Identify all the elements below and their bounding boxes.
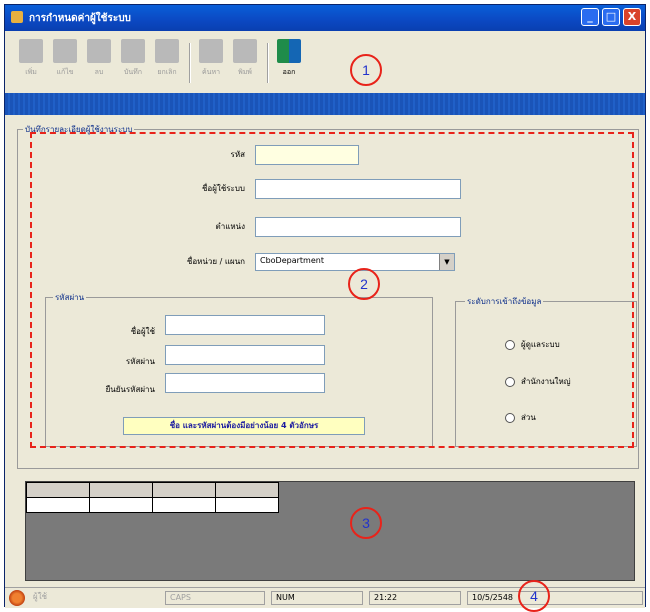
app-icon <box>11 11 23 23</box>
table-cell[interactable] <box>215 497 279 513</box>
status-date: 10/5/2548 <box>467 591 643 605</box>
exit-icon <box>277 39 301 63</box>
header-band <box>5 93 645 115</box>
callout-1: 1 <box>350 54 382 86</box>
callout-2: 2 <box>348 268 380 300</box>
edit-button[interactable]: แก้ไข <box>51 39 79 87</box>
close-button[interactable]: X <box>623 8 641 26</box>
form-area-highlight <box>30 132 634 448</box>
add-user-icon <box>19 39 43 63</box>
table-header-cell <box>89 482 153 498</box>
delete-button-label: ลบ <box>94 68 104 76</box>
callout-4: 4 <box>518 580 550 612</box>
delete-button[interactable]: ลบ <box>85 39 113 87</box>
table-header-row <box>26 482 279 498</box>
table-header-cell <box>152 482 216 498</box>
print-icon <box>233 39 257 63</box>
minimize-button[interactable]: _ <box>581 8 599 26</box>
print-button-label: พิมพ์ <box>238 68 252 76</box>
logo-icon <box>9 590 25 606</box>
search-button[interactable]: ค้นหา <box>197 39 225 87</box>
edit-icon <box>53 39 77 63</box>
cancel-button[interactable]: ยกเลิก <box>153 39 181 87</box>
edit-button-label: แก้ไข <box>56 68 74 76</box>
table-row[interactable] <box>26 497 279 513</box>
table-header-cell <box>215 482 279 498</box>
cancel-icon <box>155 39 179 63</box>
save-icon <box>121 39 145 63</box>
cancel-button-label: ยกเลิก <box>157 68 177 76</box>
exit-button-label: ออก <box>282 68 296 76</box>
table-cell[interactable] <box>26 497 90 513</box>
table-cell[interactable] <box>89 497 153 513</box>
search-button-label: ค้นหา <box>201 68 220 76</box>
maximize-button[interactable]: □ <box>602 8 620 26</box>
status-caps: CAPS <box>165 591 265 605</box>
toolbar: เพิ่ม แก้ไข ลบ บันทึก ยกเลิก ค้นหา พิมพ์… <box>5 31 645 93</box>
status-user: ผู้ใช้ <box>33 592 48 601</box>
users-grid[interactable] <box>25 481 635 581</box>
callout-3: 3 <box>350 507 382 539</box>
users-table[interactable] <box>26 482 279 513</box>
exit-button[interactable]: ออก <box>275 39 303 87</box>
window-title: การกำหนดค่าผู้ใช้ระบบ <box>29 13 131 24</box>
print-button[interactable]: พิมพ์ <box>231 39 259 87</box>
table-cell[interactable] <box>152 497 216 513</box>
search-icon <box>199 39 223 63</box>
status-num: NUM <box>271 591 363 605</box>
add-button[interactable]: เพิ่ม <box>17 39 45 87</box>
toolbar-separator <box>189 43 191 83</box>
add-button-label: เพิ่ม <box>25 68 37 76</box>
status-time: 21:22 <box>369 591 461 605</box>
table-header-cell <box>26 482 90 498</box>
delete-icon <box>87 39 111 63</box>
save-button[interactable]: บันทึก <box>119 39 147 87</box>
toolbar-separator <box>267 43 269 83</box>
title-bar[interactable]: การกำหนดค่าผู้ใช้ระบบ _ □ X <box>5 5 645 31</box>
save-button-label: บันทึก <box>123 68 143 76</box>
